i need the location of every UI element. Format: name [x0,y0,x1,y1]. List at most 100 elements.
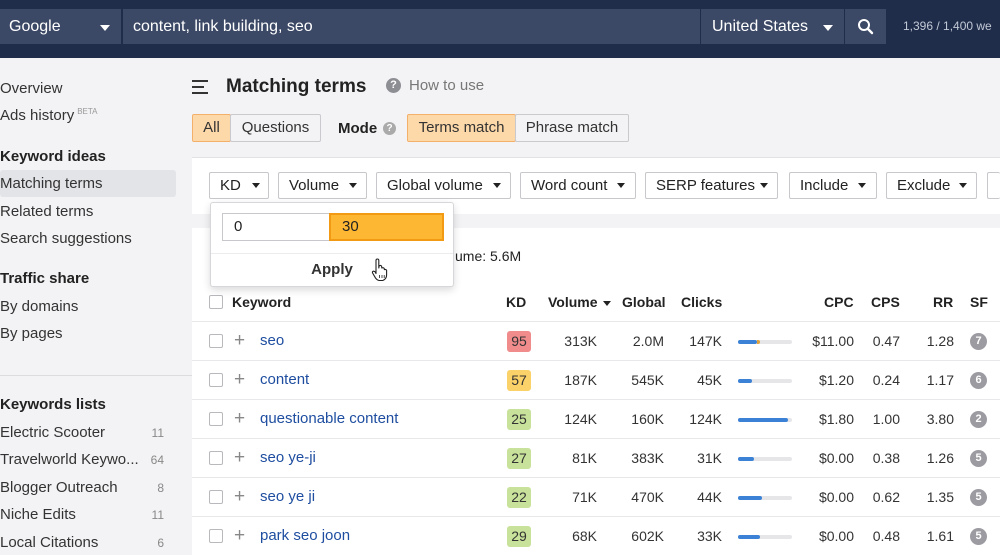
cpc-cell: $0.00 [818,450,854,466]
col-keyword[interactable]: Keyword [232,294,291,310]
help-icon[interactable]: ? [386,78,401,93]
sort-desc-icon [603,300,612,306]
clicks-bar-fill [738,496,762,500]
serp-features-badge[interactable]: 5 [970,528,987,545]
row-checkbox[interactable] [209,490,223,504]
select-all-checkbox[interactable] [209,295,223,309]
list-count: 6 [157,536,164,550]
list-count: 11 [151,426,164,440]
filter-kd[interactable]: KD [209,172,269,199]
global-cell: 160K [631,411,664,427]
serp-features-badge[interactable]: 5 [970,450,987,467]
plus-icon[interactable]: + [234,526,245,545]
sidebar-item-search-suggestions[interactable]: Search suggestions [0,230,132,247]
plus-icon[interactable]: + [234,370,245,389]
sidebar-item-related-terms[interactable]: Related terms [0,203,93,220]
rr-cell: 1.61 [926,528,954,544]
kd-to-input[interactable]: 30 [329,213,444,241]
serp-features-badge[interactable]: 2 [970,411,987,428]
keyword-link[interactable]: park seo joon [260,527,350,544]
col-kd[interactable]: KD [506,294,526,310]
sidebar-list-item[interactable]: Electric Scooter 11 [0,424,192,441]
chevron-down-icon [100,25,110,31]
filter-volume[interactable]: Volume [278,172,367,199]
sidebar-list-item[interactable]: Local Citations 6 [0,534,192,551]
sidebar-item-by-domains[interactable]: By domains [0,298,78,315]
keyword-link[interactable]: seo ye-ji [260,449,316,466]
sidebar-list-item[interactable]: Blogger Outreach 8 [0,479,192,496]
list-count: 8 [157,481,164,495]
rr-cell: 1.17 [926,372,954,388]
volume-cell: 68K [572,528,597,544]
terms-match-button[interactable]: Terms match [407,114,516,142]
scope-questions-button[interactable]: Questions [230,114,321,142]
country-select[interactable]: United States [701,9,844,44]
clicks-bar [738,418,792,422]
cps-cell: 0.38 [872,450,900,466]
kd-from-input[interactable]: 0 [222,213,330,241]
how-to-use-link[interactable]: How to use [409,77,484,94]
col-clicks[interactable]: Clicks [681,294,722,310]
keyword-link[interactable]: questionable content [260,410,398,427]
chevron-down-icon [252,183,260,188]
global-cell: 470K [631,489,664,505]
sidebar-item-matching-terms[interactable]: Matching terms [0,175,103,192]
clicks-bar-fill [738,457,754,461]
hamburger-icon[interactable] [192,80,208,94]
sidebar-item-ads-history[interactable]: Ads history BETA [0,107,98,124]
list-name: Local Citations [0,534,99,551]
search-engine-select[interactable]: Google [0,9,122,44]
keyword-link[interactable]: seo [260,332,284,349]
clicks-bar-fill [738,418,788,422]
row-checkbox[interactable] [209,529,223,543]
list-name: Blogger Outreach [0,479,118,496]
row-checkbox[interactable] [209,373,223,387]
plus-icon[interactable]: + [234,448,245,467]
plus-icon[interactable]: + [234,331,245,350]
clicks-bar-fill [738,340,757,344]
keyword-link[interactable]: content [260,371,309,388]
col-rr[interactable]: RR [933,294,953,310]
col-sf[interactable]: SF [970,294,988,310]
scope-all-button[interactable]: All [192,114,231,142]
sidebar-item-by-pages[interactable]: By pages [0,325,63,342]
search-button[interactable] [845,9,886,44]
col-volume[interactable]: Volume [548,294,612,310]
serp-features-badge[interactable]: 7 [970,333,987,350]
clicks-bar [738,535,792,539]
serp-features-badge[interactable]: 5 [970,489,987,506]
serp-features-badge[interactable]: 6 [970,372,987,389]
apply-button[interactable]: Apply [211,261,453,278]
rr-cell: 1.28 [926,333,954,349]
filter-serp-features[interactable]: SERP features [645,172,778,199]
row-checkbox[interactable] [209,334,223,348]
col-global[interactable]: Global [622,294,666,310]
filter-word-count[interactable]: Word count [520,172,636,199]
sidebar-item-overview[interactable]: Overview [0,80,63,97]
plus-icon[interactable]: + [234,487,245,506]
plus-icon[interactable]: + [234,409,245,428]
row-checkbox[interactable] [209,451,223,465]
chevron-down-icon [959,183,967,188]
keyword-link[interactable]: seo ye ji [260,488,315,505]
cpc-cell: $1.20 [818,372,854,388]
row-checkbox[interactable] [209,412,223,426]
col-cps[interactable]: CPS [871,294,900,310]
filter-label: Volume [289,177,340,194]
filter-exclude[interactable]: Exclude [886,172,977,199]
top-search-bar: Google content, link building, seo Unite… [0,0,1000,58]
kd-badge: 95 [507,331,531,352]
filter-include[interactable]: Include [789,172,877,199]
phrase-match-button[interactable]: Phrase match [515,114,629,142]
sidebar-list-item[interactable]: Niche Edits 11 [0,506,192,523]
filter-label: Exclude [897,177,951,194]
keywords-input[interactable]: content, link building, seo [123,9,700,44]
pointer-hand-icon [371,258,388,282]
search-icon [858,19,874,35]
mode-help-icon[interactable]: ? [383,122,396,135]
filter-global-volume[interactable]: Global volume [376,172,511,199]
col-cpc[interactable]: CPC [824,294,854,310]
sidebar-list-item[interactable]: Travelworld Keywo... 64 [0,451,192,468]
filter-more[interactable] [987,172,1000,199]
beta-badge: BETA [77,107,98,116]
